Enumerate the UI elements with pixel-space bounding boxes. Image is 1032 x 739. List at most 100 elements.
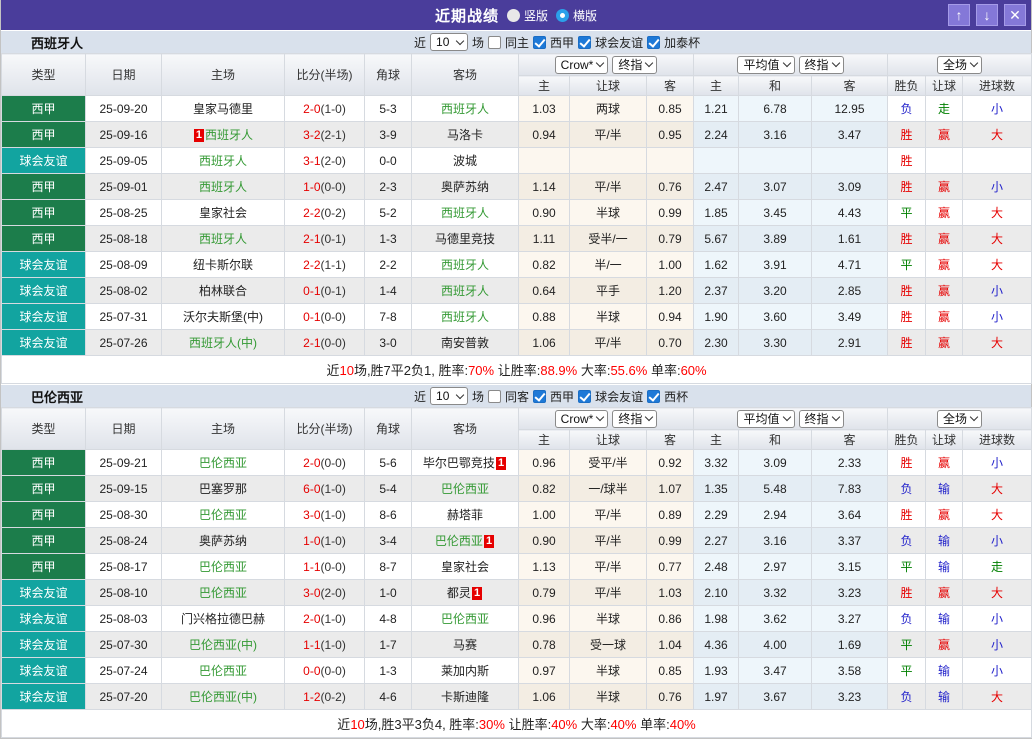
league-checkbox-cup[interactable] [647,36,660,49]
handicap-result-cell: 输 [926,684,963,710]
score-cell: 2-0(1-0) [285,606,365,632]
handicap-source-select[interactable]: Crow* [555,410,609,428]
goals-result-cell: 小 [963,304,1032,330]
radio-icon[interactable] [507,9,520,22]
euro-away-odds-cell: 7.83 [812,476,888,502]
euro-home-odds-cell: 2.29 [694,502,739,528]
period-select[interactable]: 全场 [937,410,982,428]
handicap-away-odds-cell: 0.77 [647,554,694,580]
away-team-cell: 西班牙人 [412,200,519,226]
league-checkbox-laliga[interactable] [533,36,546,49]
col-away: 客场 [412,54,519,96]
goals-result-cell: 大 [963,476,1032,502]
match-date-cell: 25-08-24 [86,528,162,554]
corner-cell: 4-8 [365,606,412,632]
euro-draw-odds-cell: 3.16 [739,122,812,148]
summary-label: 让胜率: [494,363,540,378]
games-label: 场 [472,388,484,405]
home-team-cell: 巴伦西亚 [162,580,285,606]
red-card-badge: 1 [484,535,494,548]
goals-result-cell: 大 [963,580,1032,606]
match-row: 球会友谊25-09-05西班牙人3-1(2-0)0-0波城胜 [2,148,1032,174]
team-name: 巴伦西亚 [199,560,247,574]
match-date-cell: 25-07-31 [86,304,162,330]
summary-value: 88.9% [540,363,577,378]
euro-source-select[interactable]: 平均值 [737,410,794,428]
summary-text: 近10场,胜3平3负4, 胜率:30% 让胜率:40% 大率:40% 单率:40… [2,710,1032,738]
result-cell: 平 [888,632,926,658]
handicap-away-odds-cell: 0.86 [647,606,694,632]
team-name: 奥萨苏纳 [199,534,247,548]
summary-label: 单率: [647,363,680,378]
handicap-result-cell: 走 [926,96,963,122]
move-down-button[interactable]: ↓ [976,4,998,26]
score-cell: 0-0(0-0) [285,658,365,684]
result-cell: 胜 [888,174,926,200]
league-checkbox-friendly[interactable] [578,36,591,49]
match-row: 球会友谊25-08-03门兴格拉德巴赫2-0(1-0)4-8巴伦西亚0.96半球… [2,606,1032,632]
near-label: 近 [414,388,426,405]
euro-home-odds-cell [694,148,739,174]
halftime-score: (2-0) [321,586,346,600]
fulltime-score: 2-2 [303,258,320,272]
same-venue-checkbox[interactable] [488,36,501,49]
home-team-cell: 皇家社会 [162,200,285,226]
subcol-eu-home: 主 [694,430,739,450]
league-checkbox-laliga[interactable] [533,390,546,403]
corner-cell: 1-3 [365,658,412,684]
subcol-handicap-result: 让球 [926,76,963,96]
chevron-down-icon [456,390,464,398]
col-score: 比分(半场) [285,54,365,96]
score-cell: 0-1(0-1) [285,278,365,304]
euro-time-select[interactable]: 终指 [799,410,844,428]
result-cell: 胜 [888,122,926,148]
euro-away-odds-cell: 3.58 [812,658,888,684]
match-row: 球会友谊25-07-26西班牙人(中)2-1(0-0)3-0南安普敦1.06平/… [2,330,1032,356]
results-table-valencia: 类型 日期 主场 比分(半场) 角球 客场 Crow* 终指 平均值 终指 全场 [1,407,1032,738]
close-button[interactable]: ✕ [1004,4,1026,26]
score-cell: 0-1(0-0) [285,304,365,330]
away-team-cell: 皇家社会 [412,554,519,580]
summary-value: 70% [468,363,494,378]
subcol-eu-draw: 和 [739,430,812,450]
euro-draw-odds-cell: 3.62 [739,606,812,632]
league-checkbox-friendly[interactable] [578,390,591,403]
period-select[interactable]: 全场 [937,56,982,74]
subcol-result: 胜负 [888,76,926,96]
handicap-result-cell: 赢 [926,502,963,528]
corner-cell: 1-4 [365,278,412,304]
handicap-home-odds-cell: 0.82 [519,476,570,502]
team-name: 卡斯迪隆 [441,690,489,704]
euro-away-odds-cell: 3.47 [812,122,888,148]
handicap-source-select[interactable]: Crow* [555,56,609,74]
move-up-button[interactable]: ↑ [948,4,970,26]
radio-icon[interactable] [556,9,569,22]
halftime-score: (1-0) [321,482,346,496]
euro-away-odds-cell: 2.85 [812,278,888,304]
games-count-select[interactable]: 10 [430,33,468,51]
result-cell: 负 [888,96,926,122]
results-table-espanyol: 类型 日期 主场 比分(半场) 角球 客场 Crow* 终指 平均值 终指 全场 [1,53,1032,384]
goals-result-cell: 小 [963,96,1032,122]
layout-radio-vertical[interactable]: 竖版 [507,7,548,24]
same-venue-checkbox[interactable] [488,390,501,403]
euro-time-select[interactable]: 终指 [799,56,844,74]
team-name: 毕尔巴鄂竞技 [423,456,495,470]
match-date-cell: 25-07-20 [86,684,162,710]
corner-cell: 1-3 [365,226,412,252]
layout-radio-horizontal[interactable]: 横版 [556,7,597,24]
away-team-cell: 巴伦西亚 [412,476,519,502]
handicap-time-select[interactable]: 终指 [612,410,657,428]
euro-home-odds-cell: 1.62 [694,252,739,278]
col-corner: 角球 [365,54,412,96]
score-cell: 2-1(0-0) [285,330,365,356]
away-team-cell: 毕尔巴鄂竞技1 [412,450,519,476]
handicap-time-select[interactable]: 终指 [612,56,657,74]
team-name: 西班牙人 [441,284,489,298]
league-checkbox-cup[interactable] [647,390,660,403]
match-row: 西甲25-09-161西班牙人3-2(2-1)3-9马洛卡0.94平/半0.95… [2,122,1032,148]
euro-source-select[interactable]: 平均值 [737,56,794,74]
match-type-cell: 西甲 [2,226,86,252]
games-count-select[interactable]: 10 [430,387,468,405]
match-date-cell: 25-09-15 [86,476,162,502]
